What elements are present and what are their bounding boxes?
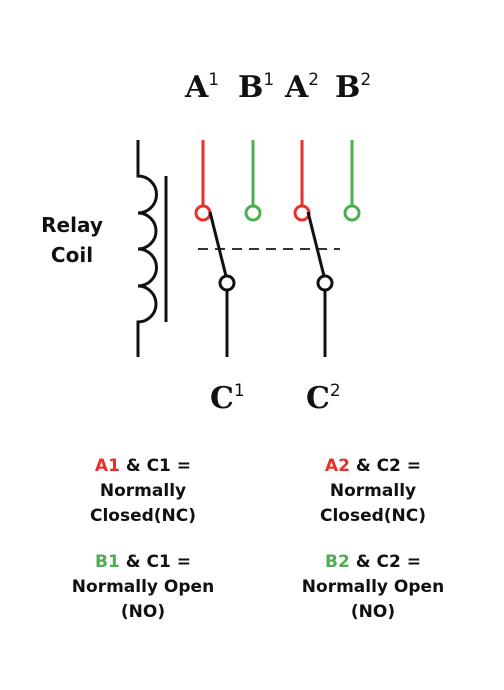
coil-label-line1: Relay (41, 213, 103, 237)
label-b2: B2 (335, 70, 371, 105)
svg-text:A2 & C2 =: A2 & C2 = (325, 456, 421, 476)
svg-text:B2 & C2 =: B2 & C2 = (325, 552, 421, 572)
label-c2: C2 (306, 381, 341, 416)
label-a2: A2 (284, 70, 319, 105)
terminal-b1-contact (244, 204, 262, 222)
legend-a1: A1 & C1 = Normally Closed(NC) (90, 456, 196, 526)
relay-coil (136, 140, 168, 357)
label-c1: C1 (210, 381, 245, 416)
svg-text:Normally Open: Normally Open (302, 577, 444, 597)
switch-arm-1 (208, 211, 228, 277)
relay-diagram: Relay Coil A1 B1 A2 B2 C1 C2 A1 & C1 = N… (0, 0, 504, 690)
svg-text:Closed(NC): Closed(NC) (90, 506, 196, 526)
svg-text:(NO): (NO) (351, 602, 395, 622)
svg-text:(NO): (NO) (121, 602, 165, 622)
legend-b1: B1 & C1 = Normally Open (NO) (72, 552, 214, 622)
coil-label-line2: Coil (51, 243, 93, 267)
terminal-a1-contact (194, 204, 212, 222)
legend-b2: B2 & C2 = Normally Open (NO) (302, 552, 444, 622)
label-b1: B1 (238, 70, 274, 105)
pivot-c2 (316, 274, 334, 292)
label-a1: A1 (184, 70, 219, 105)
pivot-c1 (218, 274, 236, 292)
svg-text:A1 & C1 =: A1 & C1 = (95, 456, 191, 476)
svg-text:Normally Open: Normally Open (72, 577, 214, 597)
svg-text:B1 & C1 =: B1 & C1 = (95, 552, 191, 572)
svg-text:Normally: Normally (100, 481, 186, 501)
legend-a2: A2 & C2 = Normally Closed(NC) (320, 456, 426, 526)
switch-arm-2 (306, 211, 326, 277)
terminal-b2-contact (343, 204, 361, 222)
svg-text:Normally: Normally (330, 481, 416, 501)
svg-text:Closed(NC): Closed(NC) (320, 506, 426, 526)
